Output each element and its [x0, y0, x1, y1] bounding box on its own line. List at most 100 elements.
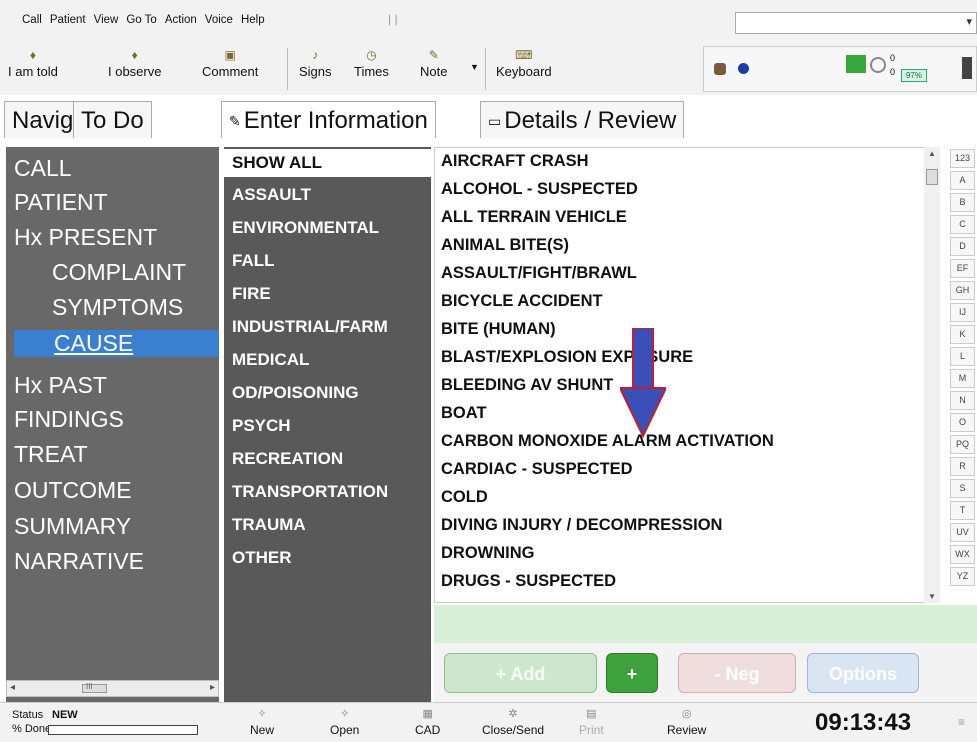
scroll-right-icon[interactable]: ▸: [210, 682, 215, 693]
nav-item-treat[interactable]: TREAT: [14, 441, 88, 468]
note-button[interactable]: ✎ Note: [420, 46, 447, 79]
category-medical[interactable]: MEDICAL: [232, 350, 309, 370]
list-item[interactable]: ALCOHOL - SUSPECTED: [441, 180, 638, 199]
menu-view[interactable]: View: [94, 14, 119, 26]
alpha-index-r[interactable]: R: [950, 457, 975, 476]
review-button[interactable]: ◎ Review: [667, 707, 706, 737]
add-button[interactable]: + Add: [444, 653, 597, 693]
alpha-index-c[interactable]: C: [950, 215, 975, 234]
alpha-index-m[interactable]: M: [950, 369, 975, 388]
scroll-up-icon[interactable]: ▲: [928, 149, 936, 158]
scroll-down-icon[interactable]: ▼: [928, 592, 936, 601]
list-item[interactable]: CARBON MONOXIDE ALARM ACTIVATION: [441, 432, 774, 451]
i-am-told-button[interactable]: ♦ I am told: [8, 46, 58, 79]
top-combo-box[interactable]: ▾: [735, 12, 977, 34]
close-send-button[interactable]: ✲ Close/Send: [482, 707, 544, 737]
nav-item-outcome[interactable]: OUTCOME: [14, 477, 132, 504]
list-item[interactable]: BITE (HUMAN): [441, 320, 556, 339]
alpha-index-s[interactable]: S: [950, 479, 975, 498]
alpha-index-d[interactable]: D: [950, 237, 975, 256]
nav-item-hx-present[interactable]: Hx PRESENT: [14, 224, 157, 251]
category-environmental[interactable]: ENVIRONMENTAL: [232, 218, 379, 238]
alpha-index-a[interactable]: A: [950, 171, 975, 190]
list-item[interactable]: ALL TERRAIN VEHICLE: [441, 208, 627, 227]
crew-icon[interactable]: [714, 63, 726, 75]
category-psych[interactable]: PSYCH: [232, 416, 291, 436]
category-trauma[interactable]: TRAUMA: [232, 515, 306, 535]
alpha-index-t[interactable]: T: [950, 501, 975, 520]
category-fall[interactable]: FALL: [232, 251, 275, 271]
category-fire[interactable]: FIRE: [232, 284, 271, 304]
nav-item-cause[interactable]: CAUSE: [14, 330, 219, 357]
nav-item-symptoms[interactable]: SYMPTOMS: [52, 294, 183, 321]
signs-button[interactable]: ♪ Signs: [299, 46, 332, 79]
category-transportation[interactable]: TRANSPORTATION: [232, 482, 388, 502]
nav-item-hx-past[interactable]: Hx PAST: [14, 372, 107, 399]
category-od-poisoning[interactable]: OD/POISONING: [232, 383, 359, 403]
tab-enter-information[interactable]: ✎ Enter Information: [221, 101, 436, 138]
nav-item-summary[interactable]: SUMMARY: [14, 513, 131, 540]
scroll-left-icon[interactable]: ◂: [10, 682, 15, 693]
category-other[interactable]: OTHER: [232, 548, 292, 568]
list-item[interactable]: BOAT: [441, 404, 487, 423]
list-item[interactable]: CARDIAC - SUSPECTED: [441, 460, 633, 479]
tab-todo[interactable]: To Do: [73, 101, 152, 138]
cad-button[interactable]: ▦ CAD: [415, 707, 440, 737]
alpha-index-l[interactable]: L: [950, 347, 975, 366]
alpha-index-ij[interactable]: IJ: [950, 303, 975, 322]
open-button[interactable]: ✧ Open: [330, 707, 359, 737]
alpha-index-n[interactable]: N: [950, 391, 975, 410]
comment-button[interactable]: ▣ Comment: [202, 46, 258, 79]
alpha-index-b[interactable]: B: [950, 193, 975, 212]
alpha-index-123[interactable]: 123: [950, 149, 975, 168]
alpha-index-o[interactable]: O: [950, 413, 975, 432]
options-button[interactable]: Options: [807, 653, 919, 693]
list-item[interactable]: BICYCLE ACCIDENT: [441, 292, 603, 311]
nav-item-complaint[interactable]: COMPLAINT: [52, 259, 186, 286]
i-observe-button[interactable]: ♦ I observe: [108, 46, 161, 79]
category-show-all[interactable]: SHOW ALL: [224, 149, 431, 177]
plus-button[interactable]: +: [606, 653, 658, 693]
nav-horizontal-scrollbar[interactable]: ◂ III ▸: [6, 680, 219, 697]
negative-button[interactable]: - Neg: [678, 653, 796, 693]
print-button[interactable]: ▤ Print: [579, 707, 604, 737]
gear-icon[interactable]: [870, 57, 886, 73]
nav-item-patient[interactable]: PATIENT: [14, 189, 108, 216]
menu-call[interactable]: Call: [22, 14, 42, 26]
menu-action[interactable]: Action: [165, 14, 197, 26]
alpha-index-ef[interactable]: EF: [950, 259, 975, 278]
category-assault[interactable]: ASSAULT: [232, 185, 311, 205]
list-item[interactable]: DIVING INJURY / DECOMPRESSION: [441, 516, 722, 535]
tab-details-review[interactable]: ▭ Details / Review: [480, 101, 685, 138]
times-button[interactable]: ◷ Times: [354, 46, 389, 79]
nav-item-findings[interactable]: FINDINGS: [14, 406, 124, 433]
cause-list-scrollbar[interactable]: ▲ ▼: [924, 147, 940, 603]
note-dropdown-icon[interactable]: ▼: [470, 62, 479, 72]
globe-icon[interactable]: [738, 63, 749, 74]
list-item[interactable]: ANIMAL BITE(S): [441, 236, 569, 255]
menu-goto[interactable]: Go To: [126, 14, 156, 26]
tab-navig[interactable]: Navig: [4, 101, 82, 138]
list-item[interactable]: AIRCRAFT CRASH: [441, 152, 589, 171]
entry-field[interactable]: [434, 605, 977, 643]
menu-voice[interactable]: Voice: [205, 14, 233, 26]
alpha-index-uv[interactable]: UV: [950, 523, 975, 542]
nav-item-call[interactable]: CALL: [14, 155, 72, 182]
scroll-thumb[interactable]: [926, 169, 938, 185]
list-item[interactable]: DROWNING: [441, 544, 535, 563]
new-button[interactable]: ✧ New: [250, 707, 274, 737]
alpha-index-k[interactable]: K: [950, 325, 975, 344]
category-recreation[interactable]: RECREATION: [232, 449, 343, 469]
list-item[interactable]: COLD: [441, 488, 488, 507]
category-industrial-farm[interactable]: INDUSTRIAL/FARM: [232, 317, 388, 337]
alpha-index-pq[interactable]: PQ: [950, 435, 975, 454]
list-item[interactable]: DRUGS - SUSPECTED: [441, 572, 616, 591]
list-item[interactable]: ASSAULT/FIGHT/BRAWL: [441, 264, 637, 283]
alpha-index-gh[interactable]: GH: [950, 281, 975, 300]
keyboard-button[interactable]: ⌨ Keyboard: [496, 46, 552, 79]
alpha-index-yz[interactable]: YZ: [950, 567, 975, 586]
list-item[interactable]: BLEEDING AV SHUNT: [441, 376, 613, 395]
nav-item-narrative[interactable]: NARRATIVE: [14, 548, 144, 575]
menu-patient[interactable]: Patient: [50, 14, 86, 26]
menu-help[interactable]: Help: [241, 14, 265, 26]
